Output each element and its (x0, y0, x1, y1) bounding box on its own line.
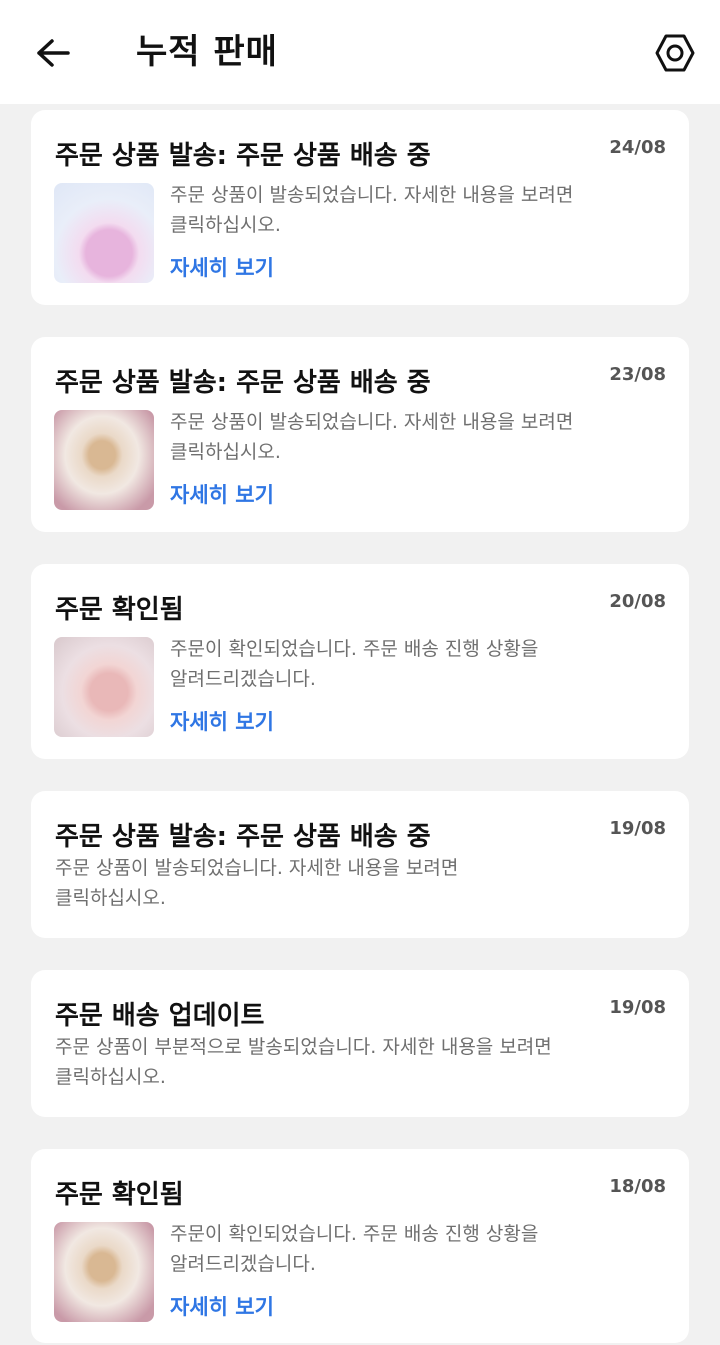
notification-card[interactable]: 주문 배송 업데이트 19/08 주문 상품이 부분적으로 발송되었습니다. 자… (31, 970, 689, 1117)
product-thumbnail (54, 410, 154, 510)
notification-card[interactable]: 주문 상품 발송: 주문 상품 배송 중 19/08 주문 상품이 발송되었습니… (31, 791, 689, 938)
notification-card[interactable]: 주문 확인됨 18/08 주문이 확인되었습니다. 주문 배송 진행 상황을 알… (31, 1149, 689, 1343)
arrow-left-icon (37, 39, 70, 67)
view-details-link[interactable]: 자세히 보기 (170, 707, 274, 737)
app-header: 누적 판매 (0, 0, 720, 104)
hexagon-gear-icon (655, 34, 695, 72)
notification-card[interactable]: 주문 상품 발송: 주문 상품 배송 중 24/08 주문 상품이 발송되었습니… (31, 110, 689, 305)
notification-title: 주문 상품 발송: 주문 상품 배송 중 (55, 822, 431, 852)
product-thumbnail (54, 1222, 154, 1322)
notification-date: 19/08 (609, 818, 666, 839)
view-details-link[interactable]: 자세히 보기 (170, 253, 274, 283)
notification-title: 주문 확인됨 (55, 1180, 184, 1210)
notification-date: 23/08 (609, 364, 666, 385)
notification-title: 주문 상품 발송: 주문 상품 배송 중 (55, 141, 431, 171)
notification-title: 주문 확인됨 (55, 595, 184, 625)
notification-title: 주문 배송 업데이트 (55, 1001, 265, 1031)
notification-message: 주문 상품이 발송되었습니다. 자세한 내용을 보려면 클릭하십시오. (170, 411, 574, 463)
notification-message: 주문 상품이 부분적으로 발송되었습니다. 자세한 내용을 보려면 클릭하십시오… (55, 1036, 552, 1088)
notification-message: 주문 상품이 발송되었습니다. 자세한 내용을 보려면 클릭하십시오. (55, 857, 459, 909)
notification-card[interactable]: 주문 상품 발송: 주문 상품 배송 중 23/08 주문 상품이 발송되었습니… (31, 337, 689, 532)
view-details-link[interactable]: 자세히 보기 (170, 1292, 274, 1322)
notification-message: 주문 상품이 발송되었습니다. 자세한 내용을 보려면 클릭하십시오. (170, 184, 574, 236)
view-details-link[interactable]: 자세히 보기 (170, 480, 274, 510)
notification-date: 20/08 (609, 591, 666, 612)
notification-date: 18/08 (609, 1176, 666, 1197)
settings-button[interactable] (650, 28, 700, 78)
product-thumbnail (54, 183, 154, 283)
notification-message: 주문이 확인되었습니다. 주문 배송 진행 상황을 알려드리겠습니다. (170, 1223, 539, 1275)
notification-card[interactable]: 주문 확인됨 20/08 주문이 확인되었습니다. 주문 배송 진행 상황을 알… (31, 564, 689, 759)
notification-message: 주문이 확인되었습니다. 주문 배송 진행 상황을 알려드리겠습니다. (170, 638, 539, 690)
notification-date: 24/08 (609, 137, 666, 158)
product-thumbnail (54, 637, 154, 737)
notification-date: 19/08 (609, 997, 666, 1018)
back-button[interactable] (30, 30, 76, 76)
page-title: 누적 판매 (136, 32, 278, 72)
notification-title: 주문 상품 발송: 주문 상품 배송 중 (55, 368, 431, 398)
